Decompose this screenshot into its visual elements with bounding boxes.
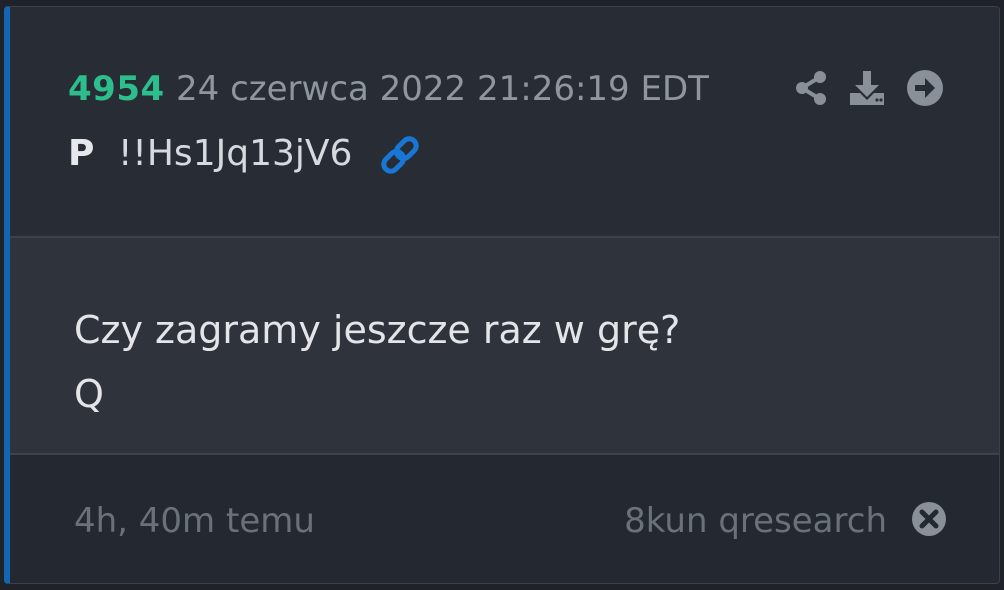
- post-source[interactable]: 8kun qresearch: [624, 501, 887, 541]
- post-number[interactable]: 4954: [68, 69, 165, 109]
- share-icon[interactable]: [792, 69, 830, 107]
- post-tripcode: !!Hs1Jq13jV6: [118, 133, 353, 174]
- download-icon[interactable]: [848, 69, 886, 107]
- message-signature: Q: [74, 372, 104, 416]
- relative-time: 4h, 40m temu: [74, 501, 315, 541]
- post-header: 4954 24 czerwca 2022 21:26:19 EDT P !!Hs…: [10, 7, 999, 236]
- post-author: P: [68, 133, 95, 174]
- post-card: 4954 24 czerwca 2022 21:26:19 EDT P !!Hs…: [4, 6, 1000, 584]
- close-circle-icon[interactable]: [911, 501, 947, 537]
- link-icon[interactable]: [378, 133, 422, 177]
- arrow-right-circle-icon[interactable]: [906, 69, 944, 107]
- post-timestamp: 24 czerwca 2022 21:26:19 EDT: [176, 69, 709, 109]
- post-body: Czy zagramy jeszcze raz w grę? Q: [10, 238, 999, 453]
- post-footer: 4h, 40m temu 8kun qresearch: [10, 455, 999, 583]
- message-line: Czy zagramy jeszcze raz w grę?: [74, 308, 681, 352]
